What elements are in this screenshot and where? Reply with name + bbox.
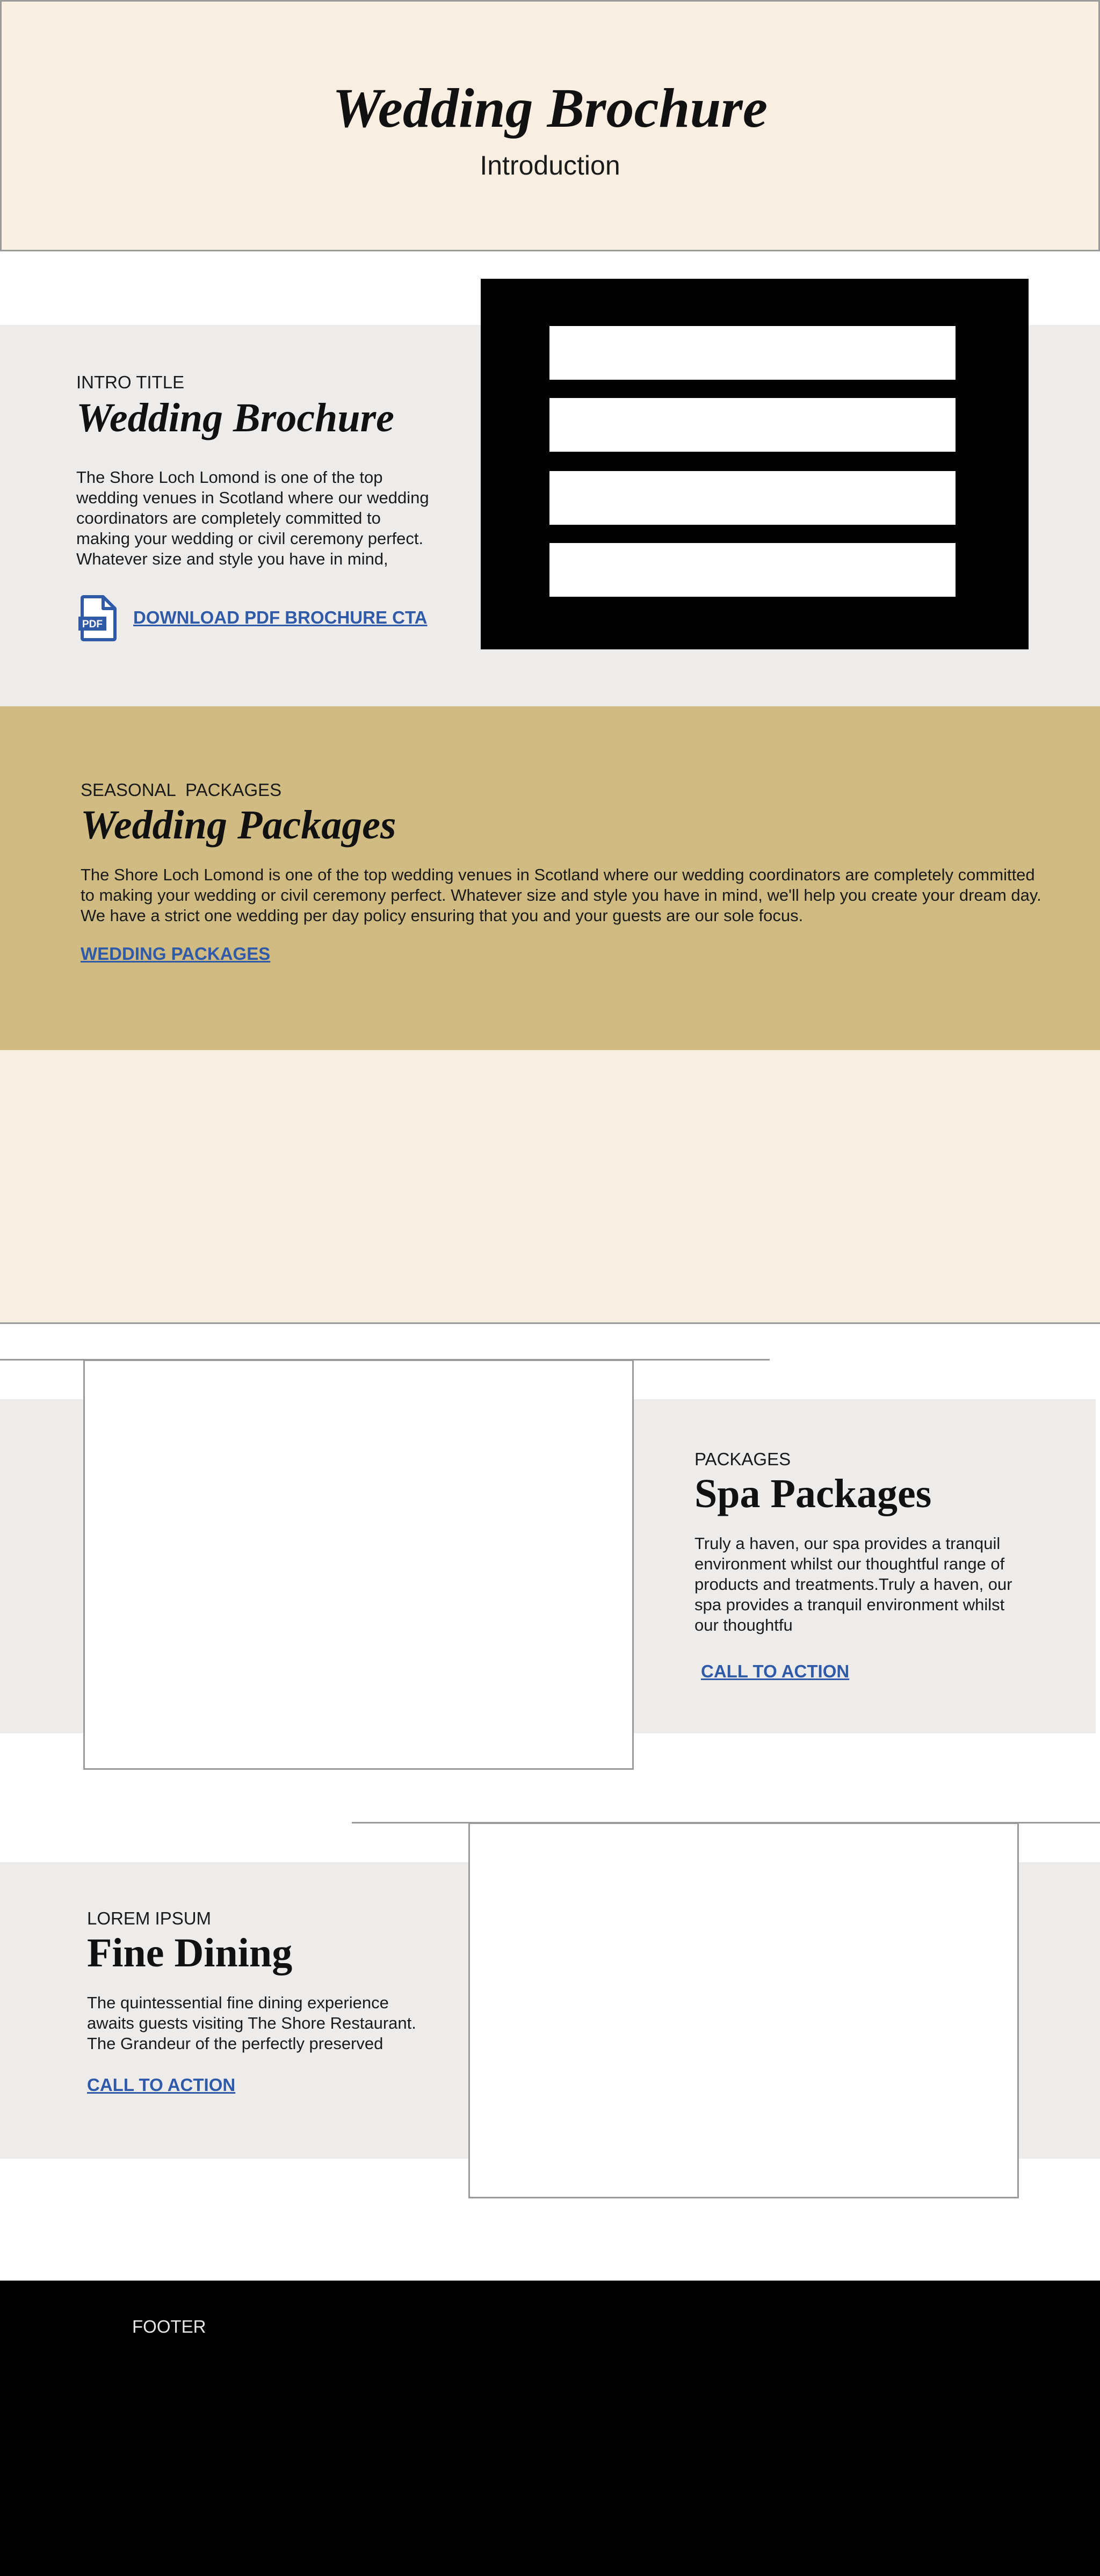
media-bar: [549, 398, 956, 452]
cream-spacer-section: [0, 1050, 1100, 1324]
intro-eyebrow: INTRO TITLE: [76, 372, 185, 392]
dining-body: The quintessential fine dining experienc…: [87, 1993, 416, 2053]
footer-label: FOOTER: [132, 2317, 206, 2336]
dining-title: Fine Dining: [87, 1930, 293, 1976]
media-bar: [549, 326, 956, 380]
spa-title: Spa Packages: [694, 1471, 932, 1516]
spa-body: Truly a haven, our spa provides a tranqu…: [694, 1534, 1012, 1634]
dining-image-placeholder: [468, 1822, 1019, 2198]
dining-call-to-action-link[interactable]: CALL TO ACTION: [87, 2074, 235, 2096]
media-bar: [549, 543, 956, 597]
pdf-icon-label: PDF: [82, 619, 103, 630]
intro-title: Wedding Brochure: [76, 395, 394, 440]
hero-title: Wedding Brochure: [332, 77, 768, 139]
intro-body: The Shore Loch Lomond is one of the top …: [76, 468, 429, 568]
hero-subtitle: Introduction: [480, 150, 620, 180]
dining-eyebrow: LOREM IPSUM: [87, 1908, 212, 1928]
pdf-file-icon[interactable]: PDF: [76, 595, 119, 641]
intro-media-placeholder: [481, 279, 1029, 649]
spa-call-to-action-link[interactable]: CALL TO ACTION: [701, 1661, 849, 1682]
wedding-body: The Shore Loch Lomond is one of the top …: [81, 865, 1041, 925]
spa-eyebrow: PACKAGES: [694, 1449, 791, 1469]
spa-image-placeholder: [83, 1359, 634, 1770]
wedding-eyebrow: SEASONAL PACKAGES: [81, 780, 282, 800]
download-pdf-brochure-link[interactable]: DOWNLOAD PDF BROCHURE CTA: [133, 607, 428, 628]
media-bar: [549, 471, 956, 525]
wedding-packages-link[interactable]: WEDDING PACKAGES: [81, 943, 270, 965]
wedding-title: Wedding Packages: [81, 802, 396, 848]
